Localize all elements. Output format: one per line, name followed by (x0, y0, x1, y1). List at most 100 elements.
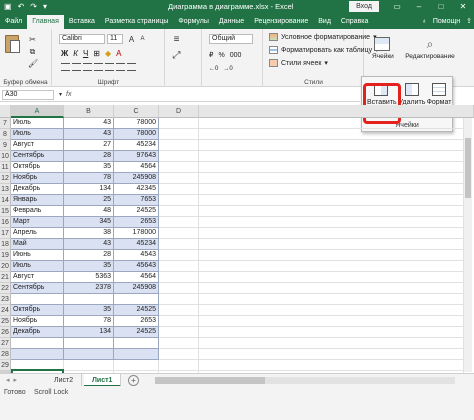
cell-e[interactable] (199, 195, 464, 206)
cell-c[interactable]: 78000 (114, 118, 159, 129)
align-right-icon[interactable] (116, 63, 125, 71)
cell-a[interactable]: Июль (11, 118, 64, 129)
cell-d[interactable] (159, 162, 199, 173)
column-header-c[interactable]: C (114, 105, 159, 118)
row-header[interactable]: 15 (0, 206, 11, 217)
cell-b[interactable]: 28 (64, 151, 114, 162)
cell-e[interactable] (199, 250, 464, 261)
cell-e[interactable] (199, 239, 464, 250)
cell-d[interactable] (159, 316, 199, 327)
select-all-corner[interactable] (0, 105, 11, 118)
cell-a[interactable]: Август (11, 140, 64, 151)
cell-a[interactable]: Октябрь (11, 305, 64, 316)
cell-c[interactable] (114, 349, 159, 360)
grow-font-icon[interactable]: A (127, 35, 136, 44)
cell-d[interactable] (159, 294, 199, 305)
fill-color-icon[interactable]: ◆ (105, 49, 111, 59)
row-header[interactable]: 27 (0, 338, 11, 349)
cell-c[interactable]: 78000 (114, 129, 159, 140)
row-header[interactable]: 23 (0, 294, 11, 305)
column-header-b[interactable]: B (64, 105, 114, 118)
cell-e[interactable] (199, 184, 464, 195)
cell-e[interactable] (199, 316, 464, 327)
cell-d[interactable] (159, 195, 199, 206)
paste-button[interactable] (3, 33, 23, 63)
format-as-table-button[interactable]: Форматировать как таблицу ▾ (269, 46, 379, 54)
tab-insert[interactable]: Вставка (64, 15, 100, 29)
cell-e[interactable] (199, 129, 464, 140)
percent-button[interactable]: % (218, 51, 224, 61)
share-icon[interactable]: ⇪ (466, 15, 472, 29)
cell-d[interactable] (159, 118, 199, 129)
cell-c[interactable]: 4564 (114, 272, 159, 283)
cell-a[interactable]: Ноябрь (11, 173, 64, 184)
cell-a[interactable]: Август (11, 272, 64, 283)
cell-b[interactable]: 2378 (64, 283, 114, 294)
cell-b[interactable]: 38 (64, 228, 114, 239)
vertical-scrollbar[interactable] (464, 118, 472, 372)
cell-b[interactable]: 35 (64, 261, 114, 272)
borders-icon[interactable]: ⊞ (93, 49, 100, 59)
cell-d[interactable] (159, 184, 199, 195)
cell-d[interactable] (159, 360, 199, 371)
cell-a[interactable]: Июль (11, 261, 64, 272)
cell-c[interactable]: 24525 (114, 305, 159, 316)
cell-e[interactable] (199, 327, 464, 338)
cell-styles-button[interactable]: Стили ячеек ▾ (269, 59, 328, 67)
row-header[interactable]: 7 (0, 118, 11, 129)
cell-d[interactable] (159, 349, 199, 360)
cell-c[interactable]: 2653 (114, 316, 159, 327)
row-header[interactable]: 22 (0, 283, 11, 294)
cell-a[interactable] (11, 294, 64, 305)
cell-e[interactable] (199, 217, 464, 228)
cell-c[interactable]: 42345 (114, 184, 159, 195)
bold-button[interactable]: Ж (61, 49, 68, 59)
cell-a[interactable]: Декабрь (11, 184, 64, 195)
row-header[interactable]: 8 (0, 129, 11, 140)
cell-a[interactable]: Июнь (11, 250, 64, 261)
row-header[interactable]: 25 (0, 316, 11, 327)
redo-icon[interactable]: ↷ (30, 0, 37, 13)
cell-c[interactable]: 4543 (114, 250, 159, 261)
cell-b[interactable]: 48 (64, 206, 114, 217)
copy-icon[interactable]: ⧉ (28, 47, 37, 56)
insert-function-button[interactable]: fx (66, 90, 71, 100)
row-header[interactable]: 18 (0, 239, 11, 250)
row-header[interactable]: 10 (0, 151, 11, 162)
row-header[interactable]: 17 (0, 228, 11, 239)
row-header[interactable]: 21 (0, 272, 11, 283)
italic-button[interactable]: К (73, 49, 78, 59)
cell-b[interactable] (64, 349, 114, 360)
cell-d[interactable] (159, 305, 199, 316)
row-header[interactable]: 28 (0, 349, 11, 360)
number-format-select[interactable]: Общий (209, 34, 253, 44)
align-middle-icon[interactable] (72, 63, 81, 71)
cell-c[interactable]: 2653 (114, 217, 159, 228)
cell-b[interactable]: 134 (64, 327, 114, 338)
cell-b[interactable] (64, 294, 114, 305)
cell-d[interactable] (159, 228, 199, 239)
cell-b[interactable]: 43 (64, 129, 114, 140)
font-size-select[interactable]: 11 (107, 34, 123, 44)
cell-b[interactable] (64, 338, 114, 349)
cell-d[interactable] (159, 129, 199, 140)
row-header[interactable]: 9 (0, 140, 11, 151)
cell-b[interactable]: 25 (64, 195, 114, 206)
cell-d[interactable] (159, 140, 199, 151)
ribbon-options-icon[interactable]: ▭ (386, 0, 408, 13)
cut-icon[interactable]: ✂ (28, 35, 37, 44)
cell-e[interactable] (199, 140, 464, 151)
cell-a[interactable]: Май (11, 239, 64, 250)
cell-d[interactable] (159, 206, 199, 217)
tab-help[interactable]: Справка (336, 15, 373, 29)
conditional-formatting-button[interactable]: Условное форматирование ▾ (269, 33, 377, 41)
comma-style-button[interactable]: 000 (230, 51, 242, 61)
cell-a[interactable] (11, 338, 64, 349)
cell-e[interactable] (199, 206, 464, 217)
cell-a[interactable]: Ноябрь (11, 316, 64, 327)
cell-c[interactable]: 245908 (114, 173, 159, 184)
column-header-a[interactable]: A (11, 105, 64, 118)
cell-d[interactable] (159, 239, 199, 250)
cell-c[interactable]: 24525 (114, 206, 159, 217)
cell-b[interactable]: 35 (64, 162, 114, 173)
